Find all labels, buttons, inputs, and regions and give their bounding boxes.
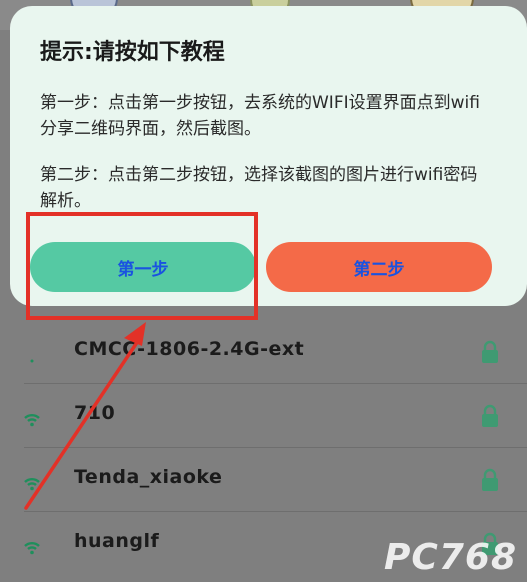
- lock-icon: [482, 468, 498, 491]
- lock-icon: [482, 340, 498, 363]
- dialog-title: 提示:请按如下教程: [40, 40, 225, 65]
- wifi-ssid: 710: [74, 402, 116, 424]
- step2-button[interactable]: 第二步: [266, 242, 492, 292]
- wifi-row[interactable]: Tenda_xiaoke: [0, 448, 527, 512]
- wifi-signal-icon: [24, 413, 40, 427]
- watermark-logo: PC768: [384, 537, 517, 578]
- wifi-ssid: Tenda_xiaoke: [74, 466, 223, 488]
- lock-icon: [482, 404, 498, 427]
- wifi-ssid: huanglf: [74, 530, 160, 552]
- highlight-box: [26, 212, 258, 320]
- wifi-ssid: CMCC-1806-2.4G-ext: [74, 338, 305, 360]
- wifi-signal-icon: [24, 477, 40, 491]
- step1-instruction: 第一步：点击第一步按钮，去系统的WIFI设置界面点到wifi分享二维码界面，然后…: [40, 93, 480, 139]
- wifi-row[interactable]: CMCC-1806-2.4G-ext: [0, 320, 527, 384]
- wifi-signal-icon: [24, 541, 40, 555]
- wifi-row[interactable]: 710: [0, 384, 527, 448]
- step2-instruction: 第二步：点击第二步按钮，选择该截图的图片进行wifi密码解析。: [40, 165, 478, 211]
- wifi-signal-icon: [30, 359, 34, 363]
